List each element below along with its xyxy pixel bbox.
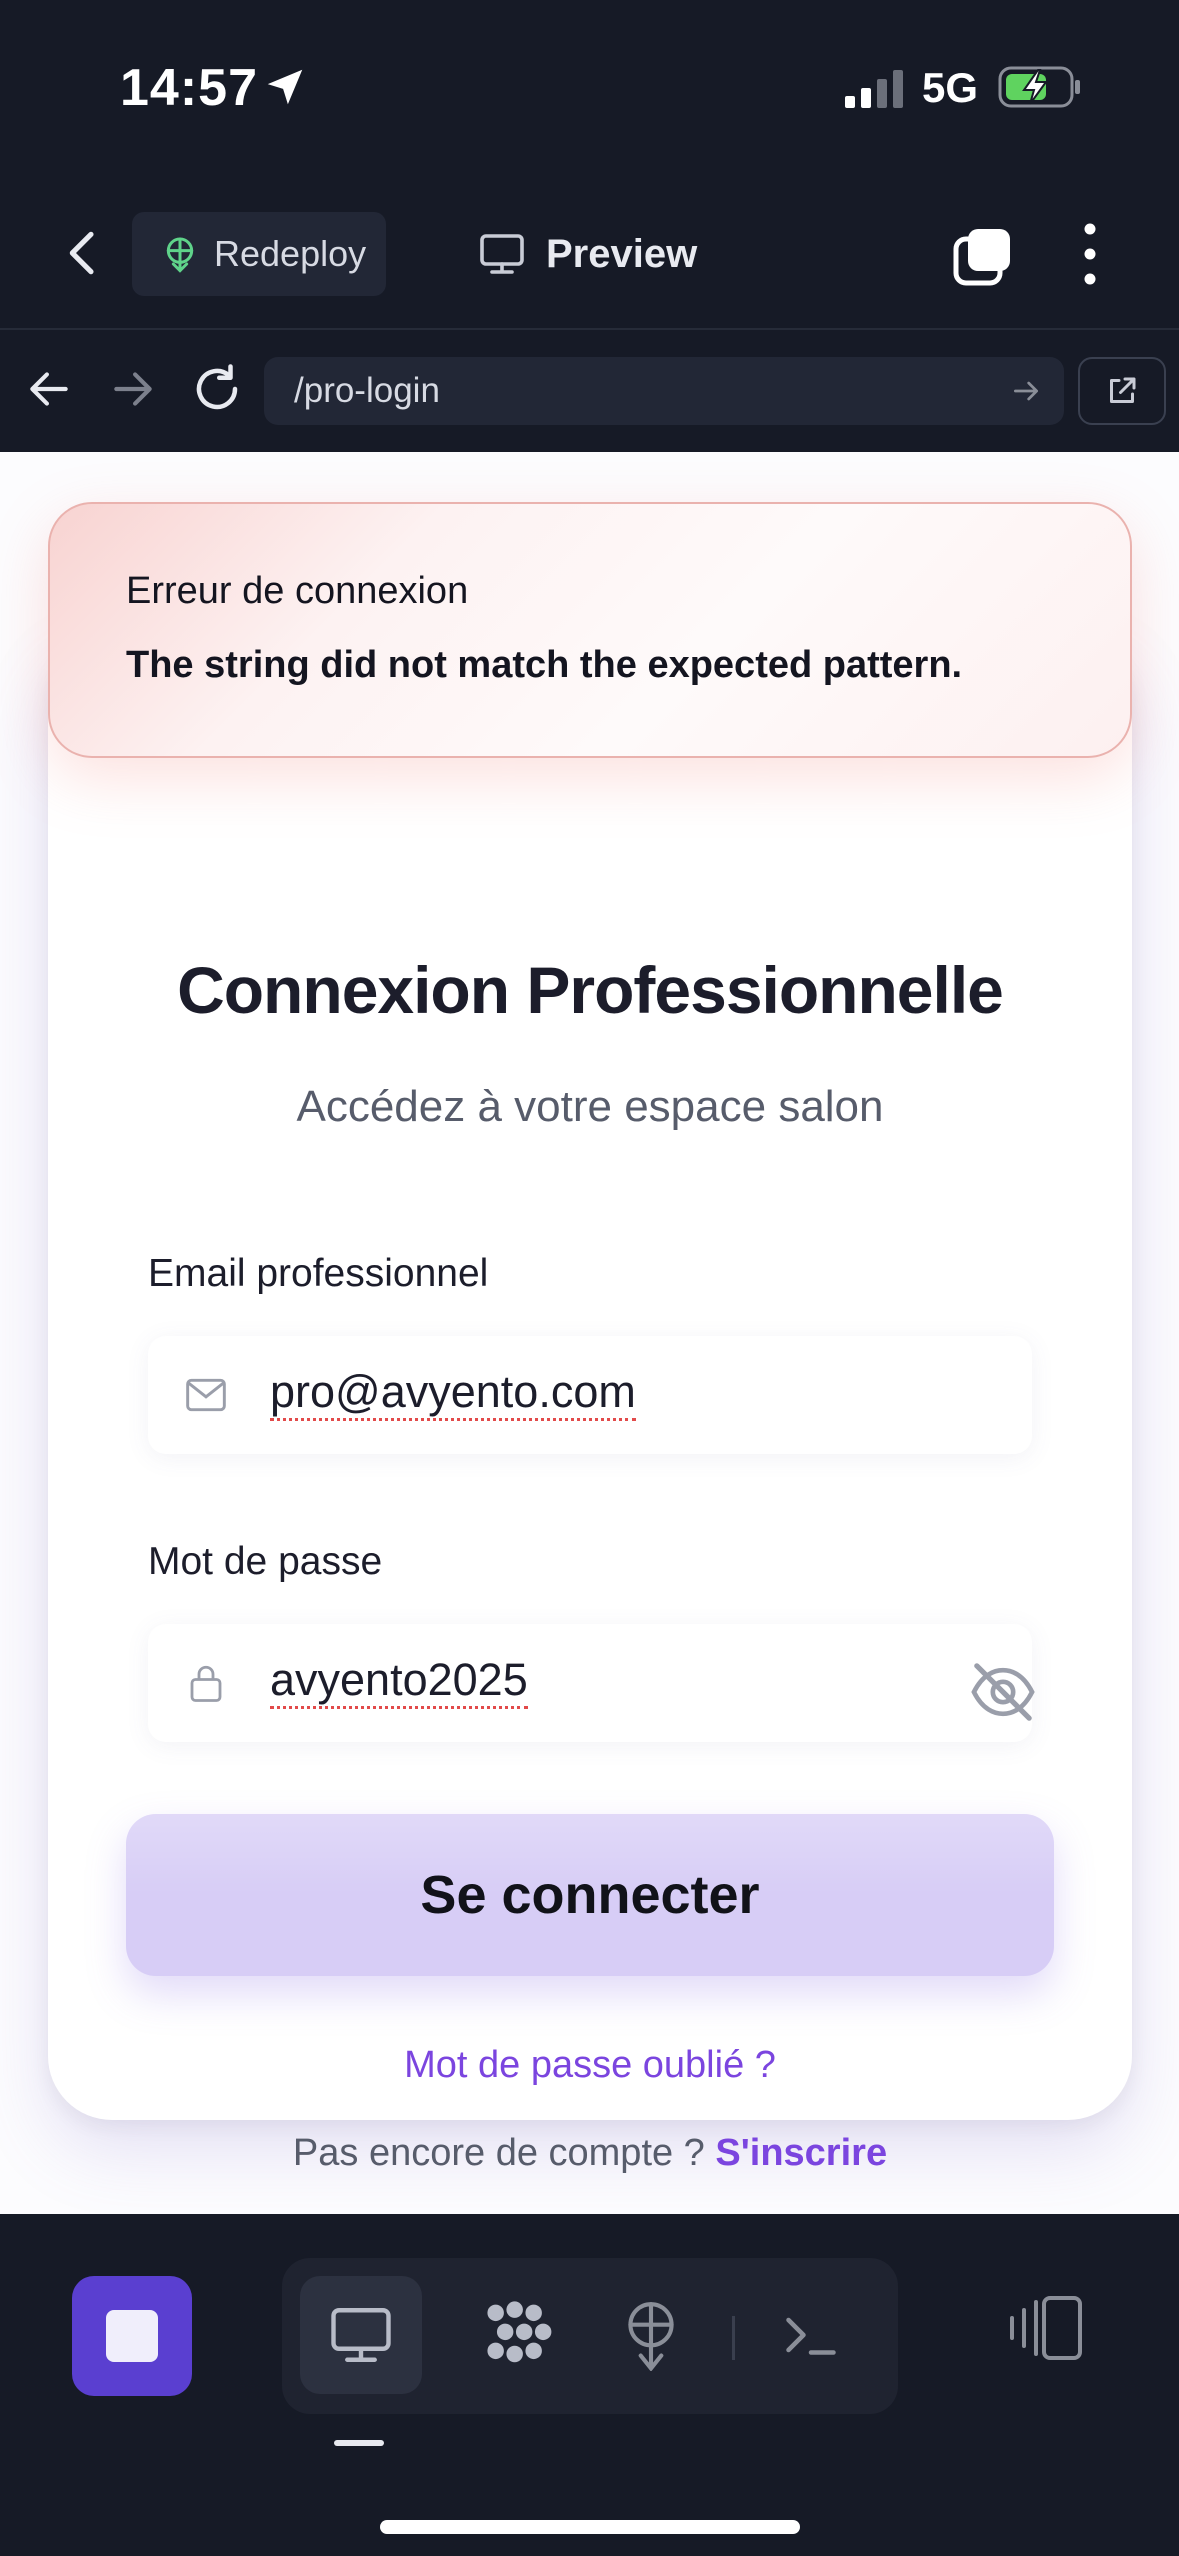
preview-button[interactable]: Preview [478,212,697,296]
deploy-icon [166,237,194,273]
url-input[interactable]: /pro-login [264,357,1064,425]
email-field[interactable]: pro@avyento.com [148,1336,1032,1454]
terminal-icon [786,2317,836,2355]
location-arrow-icon [267,69,303,105]
signup-row: Pas encore de compte ? S'inscrire [48,2132,1132,2175]
mail-icon [186,1378,226,1412]
tab-deploy[interactable] [590,2276,712,2394]
password-label: Mot de passe [148,1540,383,1583]
monitor-icon [331,2308,391,2362]
email-value[interactable]: pro@avyento.com [270,1366,636,1421]
password-field[interactable]: avyento2025 [148,1624,1035,1742]
stop-button[interactable] [72,2276,192,2396]
lock-icon [190,1665,222,1702]
redeploy-label: Redeploy [214,233,367,274]
open-external-button[interactable] [1078,357,1166,425]
monitor-icon [480,234,524,274]
divider [732,2316,735,2360]
external-link-icon [1110,377,1136,403]
email-label: Email professionnel [148,1252,489,1295]
url-bar: /pro-login [0,330,1179,452]
network-label: 5G [922,64,979,111]
tabs-icon[interactable] [952,225,1014,287]
app-bar: Redeploy Preview [0,175,1179,330]
page-subtitle: Accédez à votre espace salon [296,1082,884,1131]
battery-charging-icon [998,66,1080,108]
layout-toggle-icon[interactable] [1008,2294,1084,2362]
arrow-left-icon[interactable] [24,364,74,414]
web-content: Connexion Professionnelle Accédez à votr… [0,452,1179,2214]
apps-icon [487,2301,552,2363]
tab-apps[interactable] [460,2276,582,2394]
bottom-toolbar [0,2214,1179,2556]
signup-link[interactable]: S'inscrire [715,2132,887,2174]
tab-shell[interactable] [750,2276,872,2394]
redeploy-button[interactable]: Redeploy [132,212,386,296]
status-time: 14:57 [120,59,258,117]
chevron-left-icon[interactable] [56,225,112,281]
active-tab-indicator [334,2440,384,2446]
url-text: /pro-login [294,371,440,410]
go-arrow-icon[interactable] [1010,375,1042,407]
eye-off-icon[interactable] [968,1660,1038,1724]
forgot-password-link[interactable]: Mot de passe oublié ? [48,2044,1132,2087]
more-vertical-icon[interactable] [1070,219,1110,289]
home-indicator [380,2520,800,2534]
tab-preview[interactable] [300,2276,422,2394]
deploy-icon [628,2302,674,2371]
stop-icon [106,2310,158,2362]
login-card: Connexion Professionnelle Accédez à votr… [48,632,1132,2174]
submit-button[interactable]: Se connecter [126,1814,1054,1976]
preview-label: Preview [546,231,698,276]
error-title: Erreur de connexion [126,570,469,612]
reload-icon[interactable] [190,362,244,416]
page-title: Connexion Professionnelle [177,953,1004,1027]
password-value[interactable]: avyento2025 [270,1654,528,1709]
status-bar: 14:57 5G [0,0,1179,175]
no-account-text: Pas encore de compte ? [292,2132,705,2174]
submit-label: Se connecter [420,1865,760,1925]
error-message: The string did not match the expected pa… [126,644,963,686]
arrow-right-icon[interactable] [108,364,158,414]
view-switcher [282,2258,898,2414]
cellular-signal-icon [845,70,903,108]
error-toast: Erreur de connexion The string did not m… [48,502,1132,758]
